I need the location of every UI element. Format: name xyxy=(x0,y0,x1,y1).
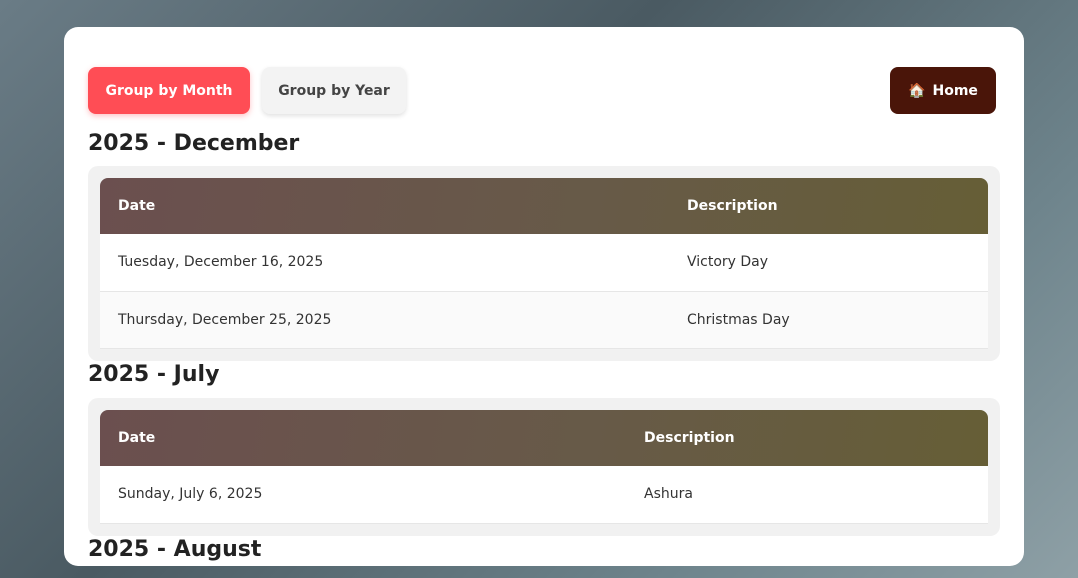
column-header-description: Description xyxy=(687,198,778,214)
group-title-august: 2025 - August xyxy=(88,537,262,562)
table-header-row: Date Description xyxy=(100,410,988,466)
row-date: Tuesday, December 16, 2025 xyxy=(100,234,669,292)
row-description: Christmas Day xyxy=(669,291,988,349)
house-icon: 🏠 xyxy=(908,82,926,99)
group-title-december: 2025 - December xyxy=(88,131,300,156)
row-description: Victory Day xyxy=(669,234,988,292)
column-header-date: Date xyxy=(118,198,156,214)
group-december: Date Description Tuesday, December 16, 2… xyxy=(88,166,1000,361)
row-date: Sunday, July 6, 2025 xyxy=(100,466,626,524)
group-july: Date Description Sunday, July 6, 2025 As… xyxy=(88,398,1000,536)
group-by-year-button[interactable]: Group by Year xyxy=(262,67,406,114)
column-header-description: Description xyxy=(644,430,735,446)
toolbar: Group by Month Group by Year 🏠 Home xyxy=(88,67,996,114)
column-header-date: Date xyxy=(118,430,156,446)
table-row: Tuesday, December 16, 2025 Victory Day xyxy=(100,234,988,292)
holiday-table-december: Date Description Tuesday, December 16, 2… xyxy=(100,178,988,349)
holiday-table-july: Date Description Sunday, July 6, 2025 As… xyxy=(100,410,988,524)
home-button[interactable]: 🏠 Home xyxy=(890,67,996,114)
holiday-card: Group by Month Group by Year 🏠 Home 2025… xyxy=(64,27,1024,566)
table-row: Sunday, July 6, 2025 Ashura xyxy=(100,466,988,524)
row-description: Ashura xyxy=(626,466,988,524)
table-row: Thursday, December 25, 2025 Christmas Da… xyxy=(100,291,988,349)
group-title-july: 2025 - July xyxy=(88,362,220,387)
group-by-month-button[interactable]: Group by Month xyxy=(88,67,250,114)
table-header-row: Date Description xyxy=(100,178,988,234)
home-button-label: Home xyxy=(932,82,978,99)
row-date: Thursday, December 25, 2025 xyxy=(100,291,669,349)
